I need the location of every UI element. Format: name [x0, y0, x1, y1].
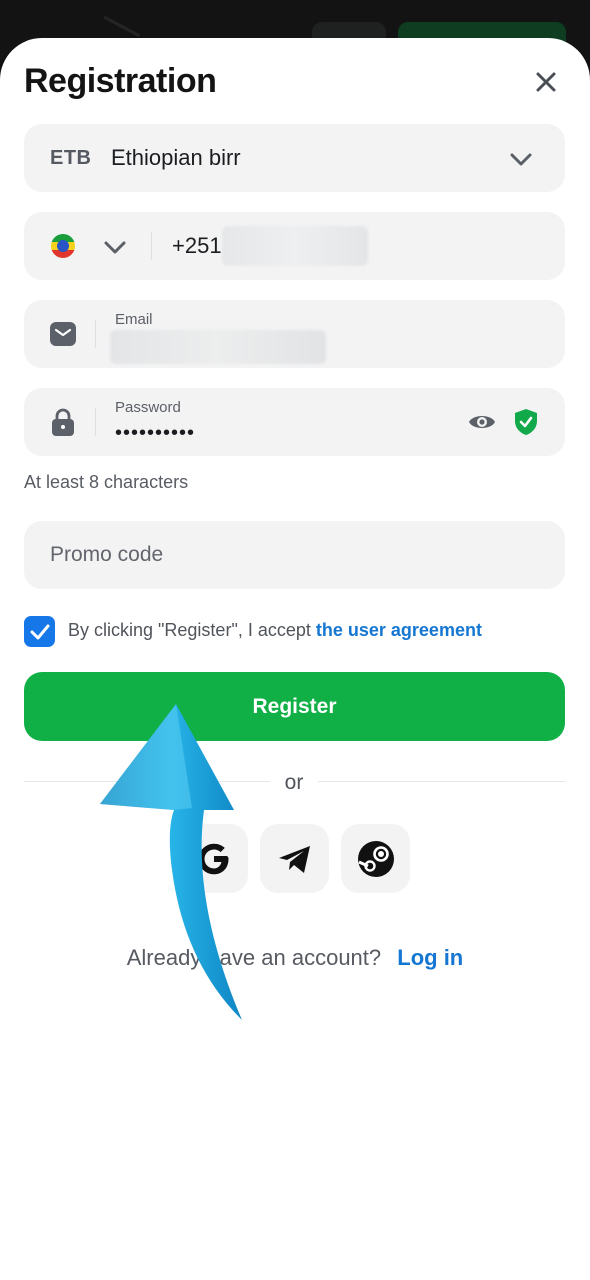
- google-icon: [198, 843, 228, 874]
- shield-check-icon: [515, 409, 537, 435]
- password-field[interactable]: Password ••••••••••: [24, 388, 565, 456]
- checkmark-icon: [30, 624, 49, 639]
- register-button[interactable]: Register: [24, 672, 565, 741]
- steam-icon: [357, 840, 394, 877]
- lock-icon: [52, 408, 74, 436]
- login-link[interactable]: Log in: [397, 945, 463, 970]
- agreement-text: By clicking "Register", I accept: [68, 620, 311, 640]
- eye-icon[interactable]: [468, 411, 496, 433]
- currency-name: Ethiopian birr: [111, 145, 241, 170]
- divider-label: or: [284, 771, 304, 794]
- close-icon: [536, 72, 556, 92]
- login-prompt: Already have an account? Log in: [0, 945, 590, 971]
- login-prompt-text: Already have an account?: [126, 945, 382, 970]
- steam-login-button[interactable]: [341, 824, 410, 893]
- agreement-text-line: By clicking "Register", I accept the use…: [68, 620, 482, 641]
- google-login-button[interactable]: [179, 824, 248, 893]
- agreement-checkbox[interactable]: [24, 616, 55, 647]
- envelope-icon: [50, 322, 76, 346]
- user-agreement-link[interactable]: the user agreement: [316, 620, 482, 640]
- phone-country-code: +251: [172, 233, 222, 258]
- promo-code-input[interactable]: [24, 521, 565, 589]
- password-value: ••••••••••: [115, 422, 196, 444]
- email-value-redacted: [110, 330, 326, 364]
- currency-select[interactable]: ETB Ethiopian birr: [24, 124, 565, 192]
- page-title: Registration: [24, 62, 217, 100]
- divider: [151, 232, 152, 260]
- currency-code: ETB: [50, 147, 92, 169]
- phone-field[interactable]: +251: [24, 212, 565, 280]
- close-button[interactable]: [528, 64, 564, 100]
- divider: [95, 408, 96, 436]
- divider: [95, 320, 96, 348]
- promo-code-field: [24, 521, 565, 589]
- agreement-row: By clicking "Register", I accept the use…: [24, 615, 565, 647]
- email-field[interactable]: Email: [24, 300, 565, 368]
- telegram-icon: [278, 845, 310, 873]
- ethiopia-flag-icon: [51, 234, 75, 258]
- password-hint: At least 8 characters: [24, 472, 189, 492]
- password-label: Password: [115, 399, 181, 416]
- email-label: Email: [115, 311, 153, 328]
- phone-number-redacted: [222, 226, 368, 266]
- telegram-login-button[interactable]: [260, 824, 329, 893]
- country-chevron-down-icon[interactable]: [102, 234, 128, 260]
- chevron-down-icon: [510, 153, 532, 166]
- divider-right: [318, 781, 565, 782]
- divider-left: [24, 781, 270, 782]
